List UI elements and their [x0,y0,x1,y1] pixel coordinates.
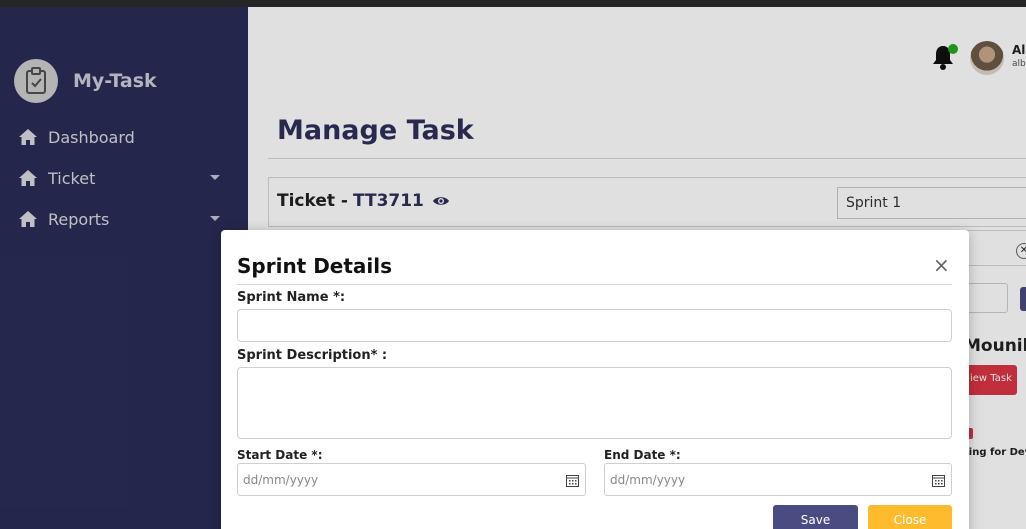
background-button[interactable] [1020,287,1026,311]
brand[interactable]: My-Task [14,59,157,103]
modal-title: Sprint Details [237,254,393,278]
close-icon[interactable]: × [933,255,950,275]
home-icon [18,209,38,229]
assignee-name: Mounik [964,336,1026,356]
caret-down-icon[interactable] [210,175,220,180]
ticket-header: Ticket - TT3711 [277,191,450,211]
home-icon [18,168,38,188]
sidebar-item-ticket[interactable]: Ticket [18,165,224,191]
notification-status-dot [948,44,958,54]
sprint-details-modal: Sprint Details × Sprint Name *: Sprint D… [221,230,969,529]
ticket-id[interactable]: TT3711 [353,191,424,211]
sprint-select[interactable]: Sprint 1 [837,187,1026,219]
sidebar-item-label: Dashboard [48,127,135,147]
user-email: albe [1012,59,1026,69]
caret-down-icon[interactable] [210,216,220,221]
ticket-card: Ticket - TT3711 Sprint 1 [268,177,1026,227]
start-date-input[interactable]: dd/mm/yyyy [237,463,586,496]
sidebar-item-reports[interactable]: Reports [18,206,224,232]
start-date-placeholder: dd/mm/yyyy [243,472,319,487]
end-date-label: End Date *: [604,448,681,462]
close-circle-icon[interactable]: ✕ [1016,243,1026,259]
brand-name: My-Task [73,70,157,92]
sprint-description-label: Sprint Description* : [237,348,388,363]
sidebar-item-label: Reports [48,209,110,229]
calendar-icon[interactable] [932,474,945,487]
calendar-icon[interactable] [566,474,579,487]
page-title: Manage Task [277,115,474,146]
close-button[interactable]: Close [868,505,952,529]
top-strip [0,0,1026,7]
sidebar: My-Task Dashboard Ticket Reports [0,7,248,529]
sprint-name-input[interactable] [237,309,952,342]
ticket-label: Ticket - [277,191,348,211]
divider [237,284,952,285]
end-date-input[interactable]: dd/mm/yyyy [604,463,952,496]
user-name: All [1012,43,1026,57]
status-text: ting for Dev [964,447,1026,458]
sidebar-item-label: Ticket [48,168,96,188]
save-button[interactable]: Save [773,505,858,529]
eye-icon[interactable] [432,195,450,207]
clipboard-check-icon [14,59,58,103]
divider [268,158,1026,159]
end-date-placeholder: dd/mm/yyyy [610,472,686,487]
avatar[interactable] [970,41,1004,75]
sprint-description-textarea[interactable] [237,367,952,439]
sprint-name-label: Sprint Name *: [237,290,346,305]
start-date-label: Start Date *: [237,448,323,462]
home-icon [18,127,38,147]
sidebar-item-dashboard[interactable]: Dashboard [18,124,224,150]
